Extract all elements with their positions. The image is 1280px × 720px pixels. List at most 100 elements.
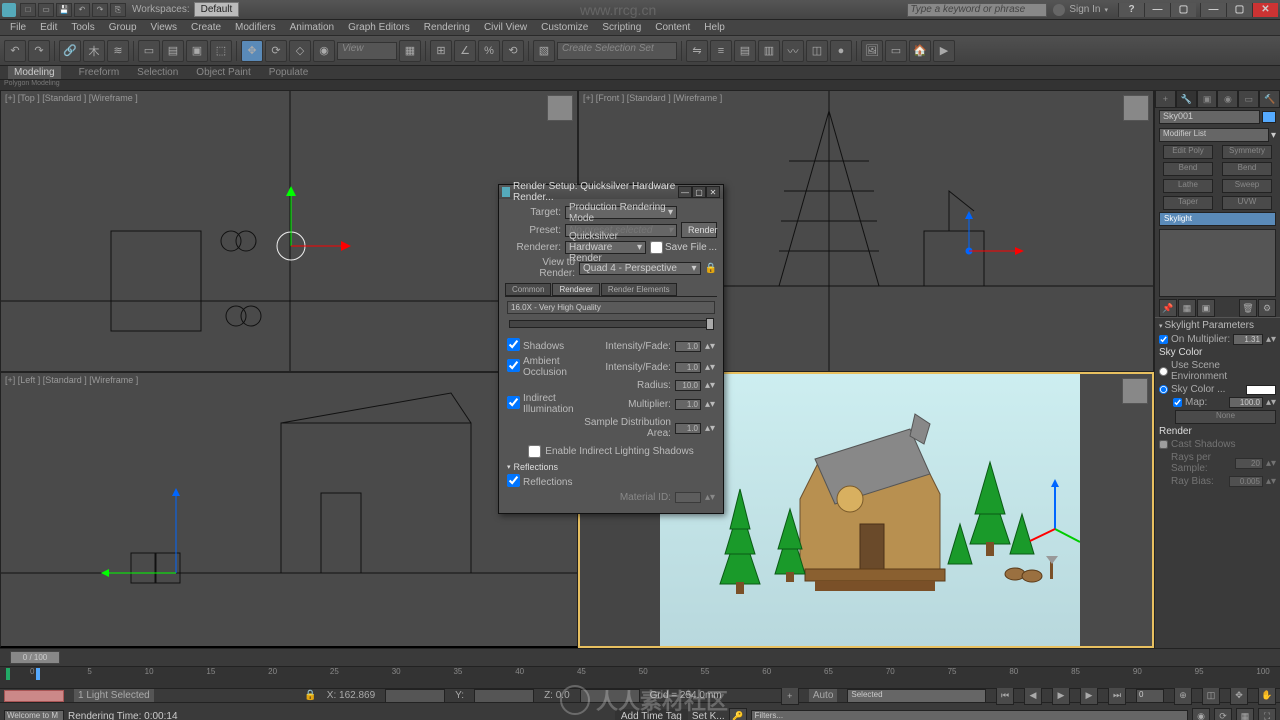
angle-snap-icon[interactable]: ∠ — [454, 40, 476, 62]
skycolor-swatch[interactable] — [1246, 385, 1276, 395]
tab-render-elements[interactable]: Render Elements — [601, 283, 677, 296]
nav-icon[interactable]: ⛶ — [1258, 708, 1276, 720]
scale-icon[interactable]: ◇ — [289, 40, 311, 62]
filters-select[interactable]: Filters... — [751, 710, 1188, 720]
remove-icon[interactable]: 🗑 — [1239, 299, 1257, 317]
tab-hierarchy[interactable]: ▣ — [1197, 90, 1218, 108]
object-name[interactable]: Sky001 — [1159, 110, 1260, 124]
search-input[interactable]: Type a keyword or phrase — [907, 3, 1047, 17]
map-check[interactable] — [1173, 398, 1182, 407]
quality-slider[interactable] — [509, 320, 713, 328]
min-button[interactable]: — — [1144, 3, 1170, 17]
tab-utilities[interactable]: 🔨 — [1259, 90, 1280, 108]
viewcube[interactable] — [1122, 378, 1148, 404]
mod-taper[interactable]: Taper — [1163, 196, 1213, 210]
lock-icon[interactable]: 🔒 — [705, 263, 717, 274]
play-icon[interactable]: ▶ — [1052, 687, 1070, 705]
mod-uvw[interactable]: UVW — [1222, 196, 1272, 210]
shadows-check[interactable] — [507, 338, 520, 351]
max-button[interactable]: ▢ — [1170, 3, 1196, 17]
mod-lathe[interactable]: Lathe — [1163, 179, 1213, 193]
shadows-value[interactable]: 1.0 — [675, 341, 701, 352]
mod-sweep[interactable]: Sweep — [1222, 179, 1272, 193]
lock-icon[interactable]: 🔒 — [304, 690, 316, 701]
reflections-header[interactable]: Reflections — [507, 462, 715, 472]
color-swatch[interactable] — [1262, 111, 1276, 123]
tab-populate[interactable]: Populate — [269, 67, 308, 78]
mult-spinner[interactable]: 1.31 — [1233, 334, 1263, 345]
undo-icon[interactable]: ↶ — [4, 40, 26, 62]
layers-icon[interactable]: ▤ — [734, 40, 756, 62]
menu-grapheditors[interactable]: Graph Editors — [348, 22, 410, 33]
menu-customize[interactable]: Customize — [541, 22, 588, 33]
range-start[interactable] — [6, 668, 10, 680]
tab-renderer[interactable]: Renderer — [552, 283, 599, 296]
select-window-icon[interactable]: ⬚ — [210, 40, 232, 62]
menu-tools[interactable]: Tools — [71, 22, 94, 33]
tab-objectpaint[interactable]: Object Paint — [196, 67, 250, 78]
ao-radius[interactable]: 10.0 — [675, 380, 701, 391]
viewport-top[interactable]: [+] [Top ] [Standard ] [Wireframe ] — [0, 90, 578, 372]
on-check[interactable] — [1159, 335, 1168, 344]
close-button[interactable]: ✕ — [1252, 3, 1278, 17]
layer-explorer-icon[interactable]: ▥ — [758, 40, 780, 62]
map-spinner[interactable]: 100.0 — [1229, 397, 1263, 408]
tab-selection[interactable]: Selection — [137, 67, 178, 78]
autokey[interactable]: Auto — [809, 689, 838, 702]
modifier-stack[interactable] — [1159, 229, 1276, 297]
nav-icon[interactable]: ⟳ — [1214, 708, 1232, 720]
unique-icon[interactable]: ▣ — [1197, 299, 1215, 317]
mod-editpoly[interactable]: Edit Poly — [1163, 145, 1213, 159]
menu-civilview[interactable]: Civil View — [484, 22, 527, 33]
link-icon[interactable]: 🔗 — [59, 40, 81, 62]
link-icon[interactable]: ⎘ — [110, 3, 126, 17]
select-icon[interactable]: ▭ — [138, 40, 160, 62]
align-icon[interactable]: ≡ — [710, 40, 732, 62]
percent-snap-icon[interactable]: % — [478, 40, 500, 62]
sign-in[interactable]: Sign In▾ — [1053, 4, 1108, 16]
spinner-snap-icon[interactable]: ⟲ — [502, 40, 524, 62]
tab-create[interactable]: + — [1155, 90, 1176, 108]
menu-file[interactable]: File — [10, 22, 26, 33]
savefile-check[interactable] — [650, 241, 663, 254]
select-name-icon[interactable]: ▤ — [162, 40, 184, 62]
ref-coord-select[interactable]: View — [337, 42, 397, 60]
menu-create[interactable]: Create — [191, 22, 221, 33]
save-icon[interactable]: 💾 — [56, 3, 72, 17]
bind-icon[interactable]: ≋ — [107, 40, 129, 62]
indirect-mult[interactable]: 1.0 — [675, 399, 701, 410]
undo-icon[interactable]: ↶ — [74, 3, 90, 17]
tab-freeform[interactable]: Freeform — [79, 67, 120, 78]
maximize-icon[interactable]: + — [781, 687, 799, 705]
menu-scripting[interactable]: Scripting — [602, 22, 641, 33]
schematic-icon[interactable]: ◫ — [806, 40, 828, 62]
render-button[interactable]: Render — [681, 222, 717, 238]
nav-icon[interactable]: ◫ — [1202, 687, 1220, 705]
menu-edit[interactable]: Edit — [40, 22, 57, 33]
menu-help[interactable]: Help — [704, 22, 725, 33]
pin-icon[interactable]: 📌 — [1159, 299, 1177, 317]
play-end-icon[interactable]: ⏭ — [1108, 687, 1126, 705]
rotate-icon[interactable]: ⟳ — [265, 40, 287, 62]
nav-icon[interactable]: ⊕ — [1174, 687, 1192, 705]
curve-editor-icon[interactable]: 〰 — [782, 40, 804, 62]
menu-content[interactable]: Content — [655, 22, 690, 33]
indirect-check[interactable] — [507, 396, 520, 409]
move-icon[interactable]: ✥ — [241, 40, 263, 62]
skylight-rollout[interactable]: ▾ Skylight Parameters — [1155, 317, 1280, 333]
render-frame-icon[interactable]: ▭ — [885, 40, 907, 62]
tab-common[interactable]: Common — [505, 283, 551, 296]
ao-intensity[interactable]: 1.0 — [675, 362, 701, 373]
help-icon[interactable]: ? — [1118, 3, 1144, 17]
min-button[interactable]: — — [1200, 3, 1226, 17]
renderer-select[interactable]: Quicksilver Hardware Render▾ — [565, 241, 646, 254]
target-select[interactable]: Production Rendering Mode▾ — [565, 206, 677, 219]
menu-animation[interactable]: Animation — [290, 22, 334, 33]
selection-set-icon[interactable]: ▧ — [533, 40, 555, 62]
select-rect-icon[interactable]: ▣ — [186, 40, 208, 62]
refl-check[interactable] — [507, 474, 520, 487]
menu-modifiers[interactable]: Modifiers — [235, 22, 276, 33]
mod-symmetry[interactable]: Symmetry — [1222, 145, 1272, 159]
redo-icon[interactable]: ↷ — [92, 3, 108, 17]
x-input[interactable] — [385, 689, 445, 703]
